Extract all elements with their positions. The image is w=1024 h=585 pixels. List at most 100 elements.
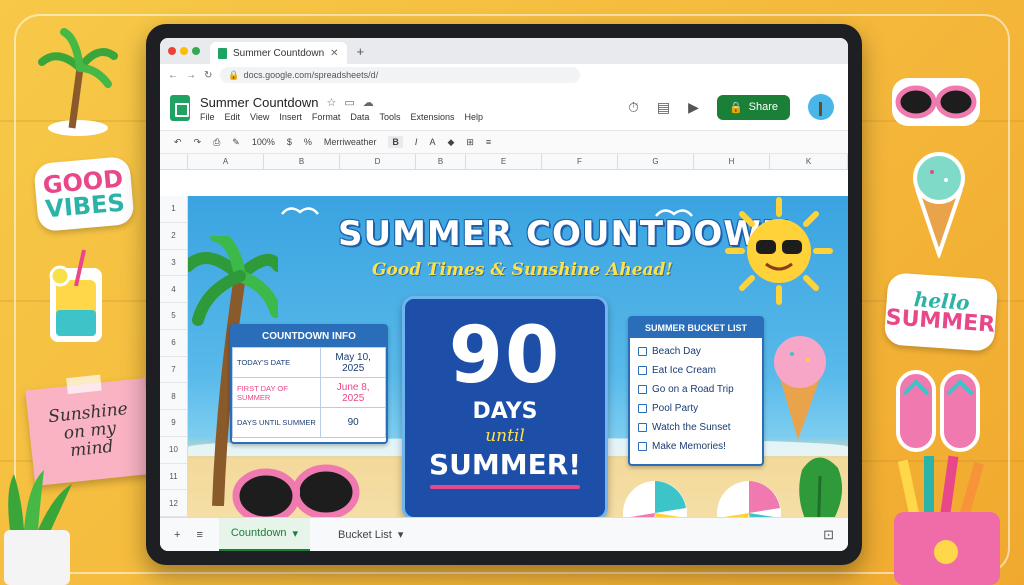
currency-button[interactable]: $ xyxy=(287,137,292,147)
list-item[interactable]: Pool Party xyxy=(638,399,754,418)
document-title[interactable]: Summer Countdown xyxy=(200,95,319,110)
chevron-down-icon[interactable]: ▾ xyxy=(398,528,404,541)
maximize-window-dot[interactable] xyxy=(192,47,200,55)
menu-file[interactable]: File xyxy=(200,112,215,122)
column-header[interactable]: D xyxy=(340,154,416,169)
list-item[interactable]: Eat Ice Cream xyxy=(638,361,754,380)
list-item[interactable]: Beach Day xyxy=(638,342,754,361)
row-header[interactable]: 3 xyxy=(160,250,187,277)
info-value[interactable]: 90 xyxy=(320,407,386,438)
url-field[interactable]: 🔒 docs.google.com/spreadsheets/d/ xyxy=(220,67,581,83)
row-header[interactable]: 8 xyxy=(160,383,187,410)
sheet-tab-bucket-list[interactable]: Bucket List ▾ xyxy=(326,519,415,550)
share-button[interactable]: 🔒 Share xyxy=(716,94,790,120)
column-header[interactable]: H xyxy=(694,154,770,169)
font-select[interactable]: Merriweather xyxy=(324,137,377,147)
checkbox[interactable] xyxy=(638,347,647,356)
star-icon[interactable]: ☆ xyxy=(327,96,337,109)
bucket-list-header: SUMMER BUCKET LIST xyxy=(630,318,762,338)
lemonade-sticker xyxy=(40,246,116,348)
minimize-window-dot[interactable] xyxy=(180,47,188,55)
comment-icon[interactable]: ▤ xyxy=(657,99,670,116)
column-header[interactable]: K xyxy=(770,154,848,169)
row-header[interactable]: 10 xyxy=(160,437,187,464)
checkbox[interactable] xyxy=(638,423,647,432)
percent-button[interactable]: % xyxy=(304,137,312,147)
sheet-tab-bar: + ≡ Countdown ▾ Bucket List ▾ ⊡ xyxy=(160,517,848,551)
add-sheet-icon[interactable]: + xyxy=(174,529,180,541)
column-header[interactable]: B xyxy=(416,154,466,169)
history-icon[interactable]: ⏱ xyxy=(628,99,639,116)
paint-format-icon[interactable]: ✎ xyxy=(232,137,240,148)
reload-icon[interactable]: ↻ xyxy=(204,70,212,81)
row-header[interactable]: 6 xyxy=(160,330,187,357)
row-header[interactable]: 2 xyxy=(160,223,187,250)
print-icon[interactable]: ⎙ xyxy=(213,137,220,148)
column-header[interactable]: A xyxy=(188,154,264,169)
back-icon[interactable]: ← xyxy=(168,70,178,81)
good-vibes-sticker: GOOD VIBES xyxy=(33,155,135,233)
checkbox[interactable] xyxy=(638,442,647,451)
browser-tabbar: Summer Countdown ✕ + xyxy=(160,38,848,64)
redo-icon[interactable]: ↷ xyxy=(194,137,202,148)
menu-help[interactable]: Help xyxy=(464,112,483,122)
sheet-tab-countdown[interactable]: Countdown ▾ xyxy=(218,517,311,551)
list-item[interactable]: Make Memories! xyxy=(638,437,754,456)
align-icon[interactable]: ≡ xyxy=(486,137,491,147)
menu-view[interactable]: View xyxy=(250,112,269,122)
select-all-corner[interactable] xyxy=(160,154,188,169)
column-header[interactable]: G xyxy=(618,154,694,169)
menu-tools[interactable]: Tools xyxy=(379,112,400,122)
text-color-icon[interactable]: A xyxy=(429,137,435,147)
column-header[interactable]: F xyxy=(542,154,618,169)
fill-color-icon[interactable]: ◆ xyxy=(447,137,454,148)
all-sheets-icon[interactable]: ≡ xyxy=(196,529,202,541)
menu-extensions[interactable]: Extensions xyxy=(410,112,454,122)
list-item-label: Go on a Road Trip xyxy=(652,384,734,395)
column-header[interactable]: E xyxy=(466,154,542,169)
forward-icon[interactable]: → xyxy=(186,70,196,81)
tablet-device: Summer Countdown ✕ + ← → ↻ 🔒 docs.google… xyxy=(146,24,862,565)
list-item[interactable]: Go on a Road Trip xyxy=(638,380,754,399)
info-label[interactable]: DAYS UNTIL SUMMER xyxy=(231,407,322,438)
new-tab-icon[interactable]: + xyxy=(357,44,365,59)
info-label[interactable]: TODAY'S DATE xyxy=(231,347,322,378)
info-value[interactable]: June 8, 2025 xyxy=(320,377,386,408)
cloud-icon[interactable]: ☁ xyxy=(363,96,374,109)
sun-icon xyxy=(725,197,833,305)
row-header[interactable]: 12 xyxy=(160,490,187,517)
checkbox[interactable] xyxy=(638,385,647,394)
countdown-info-table: TODAY'S DATE May 10, 2025 FIRST DAY OF S… xyxy=(231,347,386,438)
menu-format[interactable]: Format xyxy=(312,112,341,122)
menu-insert[interactable]: Insert xyxy=(279,112,302,122)
avatar[interactable] xyxy=(808,94,834,120)
row-header[interactable]: 5 xyxy=(160,303,187,330)
row-header[interactable]: 11 xyxy=(160,464,187,491)
explore-icon[interactable]: ⊡ xyxy=(823,527,834,543)
chevron-down-icon[interactable]: ▾ xyxy=(293,527,299,540)
row-header[interactable]: 4 xyxy=(160,276,187,303)
info-label[interactable]: FIRST DAY OF SUMMER xyxy=(231,377,322,408)
row-header[interactable]: 1 xyxy=(160,196,187,223)
banner-subtitle: Good Times & Sunshine Ahead! xyxy=(372,260,673,280)
browser-tab[interactable]: Summer Countdown ✕ xyxy=(210,42,347,64)
checkbox[interactable] xyxy=(638,366,647,375)
undo-icon[interactable]: ↶ xyxy=(174,137,182,148)
close-tab-icon[interactable]: ✕ xyxy=(330,48,338,59)
bold-button[interactable]: B xyxy=(388,136,403,148)
close-window-dot[interactable] xyxy=(168,47,176,55)
zoom-select[interactable]: 100% xyxy=(252,137,275,147)
column-header[interactable]: B xyxy=(264,154,340,169)
sheets-logo-icon[interactable] xyxy=(170,95,190,121)
info-value[interactable]: May 10, 2025 xyxy=(320,347,386,378)
menu-data[interactable]: Data xyxy=(350,112,369,122)
row-header[interactable]: 7 xyxy=(160,357,187,384)
list-item[interactable]: Watch the Sunset xyxy=(638,418,754,437)
row-header[interactable]: 9 xyxy=(160,410,187,437)
folder-icon[interactable]: ▭ xyxy=(344,96,354,109)
italic-button[interactable]: I xyxy=(415,137,418,147)
checkbox[interactable] xyxy=(638,404,647,413)
meet-icon[interactable]: ▶ xyxy=(688,99,699,116)
menu-edit[interactable]: Edit xyxy=(225,112,241,122)
borders-icon[interactable]: ⊞ xyxy=(466,137,474,148)
